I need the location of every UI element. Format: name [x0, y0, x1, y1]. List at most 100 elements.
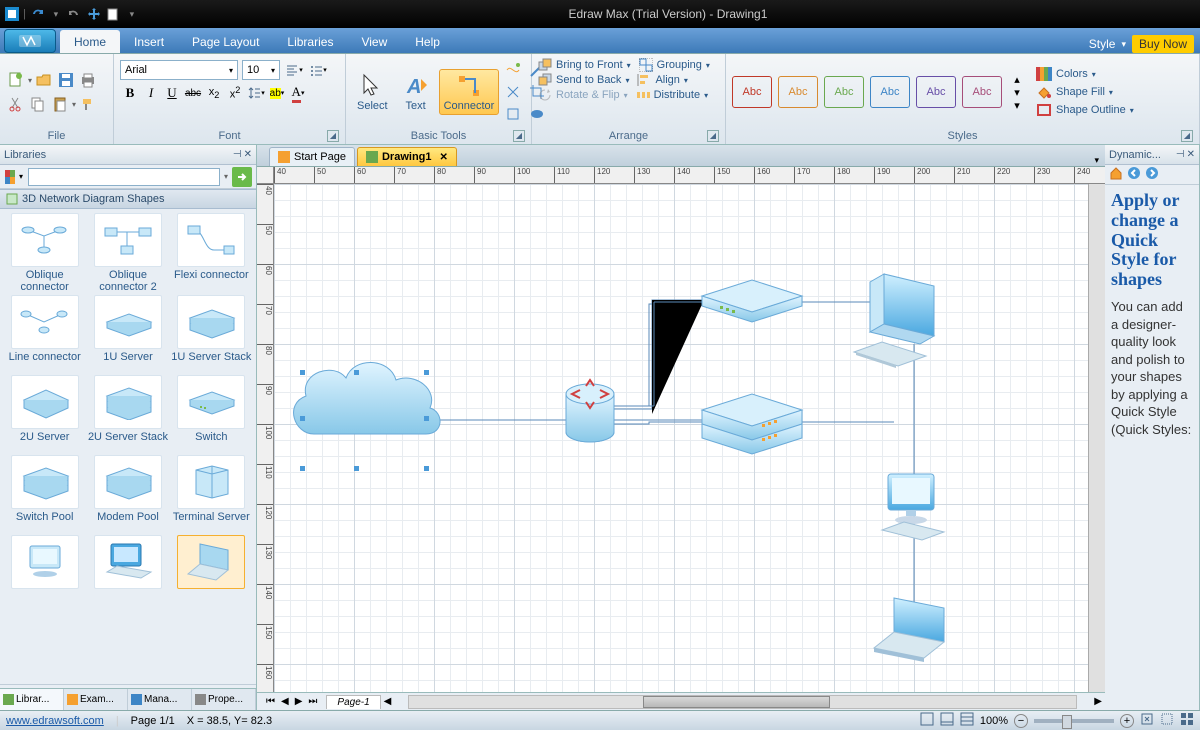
lib-tab-libraries[interactable]: Librar...: [0, 689, 64, 710]
canvas-router-shape[interactable]: [566, 380, 614, 442]
style-swatch-5[interactable]: Abc: [962, 76, 1002, 108]
shape-fill-button[interactable]: Shape Fill ▾: [1036, 83, 1134, 101]
view-mode-1-icon[interactable]: [920, 712, 934, 729]
list-button[interactable]: ▾: [308, 60, 328, 80]
close-icon[interactable]: ✕: [244, 149, 252, 160]
tab-home[interactable]: Home: [60, 30, 120, 53]
shape-tool-3[interactable]: [503, 104, 523, 124]
open-button[interactable]: [34, 70, 54, 90]
canvas-cloud-shape[interactable]: [294, 362, 440, 471]
pin-icon[interactable]: ⊣: [233, 149, 242, 160]
style-gallery-up[interactable]: ▴: [1010, 73, 1024, 86]
fit-width-icon[interactable]: [1160, 712, 1174, 729]
tab-menu-icon[interactable]: ▾: [1088, 155, 1105, 166]
format-painter-button[interactable]: [78, 94, 98, 114]
app-menu-button[interactable]: [4, 29, 56, 53]
grouping-button[interactable]: Grouping ▾: [639, 58, 710, 72]
page-prev-button[interactable]: ◀: [278, 696, 292, 707]
style-gallery-more[interactable]: ▾: [1010, 99, 1024, 112]
line-spacing-button[interactable]: ▾: [246, 83, 266, 103]
font-size-combo[interactable]: 10▾: [242, 60, 280, 80]
font-color-button[interactable]: A▾: [288, 83, 308, 103]
style-swatch-0[interactable]: Abc: [732, 76, 772, 108]
send-to-back-button[interactable]: Send to Back ▾: [538, 73, 629, 87]
canvas-pc-shape[interactable]: [854, 274, 934, 368]
underline-button[interactable]: U: [162, 83, 182, 103]
font-name-combo[interactable]: Arial▾: [120, 60, 238, 80]
strikethrough-button[interactable]: abc: [183, 83, 203, 103]
style-gallery-down[interactable]: ▾: [1010, 86, 1024, 99]
style-swatch-4[interactable]: Abc: [916, 76, 956, 108]
align-button[interactable]: Align ▾: [637, 73, 687, 87]
library-search-input[interactable]: [28, 168, 220, 186]
fit-page-icon[interactable]: [1140, 712, 1154, 729]
font-dialog-launcher[interactable]: ◢: [327, 130, 339, 142]
align-button[interactable]: ▾: [284, 60, 304, 80]
lib-tab-manage[interactable]: Mana...: [128, 689, 192, 710]
shape-item[interactable]: Modem Pool: [87, 455, 168, 533]
paste-button[interactable]: [50, 94, 70, 114]
subscript-button[interactable]: x2: [204, 83, 224, 103]
qat-more-icon[interactable]: ▾: [124, 6, 140, 22]
italic-button[interactable]: I: [141, 83, 161, 103]
undo-icon[interactable]: [29, 6, 45, 22]
shape-tool-2[interactable]: [503, 82, 523, 102]
connector-tool[interactable]: Connector: [439, 69, 500, 115]
page-next-button[interactable]: ▶: [292, 696, 306, 707]
shape-item[interactable]: Line connector: [4, 295, 85, 373]
canvas-monitor-shape[interactable]: [882, 474, 944, 540]
view-mode-2-icon[interactable]: [940, 712, 954, 729]
close-icon[interactable]: ✕: [1187, 149, 1195, 160]
website-link[interactable]: www.edrawsoft.com: [6, 715, 104, 727]
shape-outline-button[interactable]: Shape Outline ▾: [1036, 101, 1134, 119]
horizontal-scrollbar[interactable]: ◀ ▶: [381, 695, 1105, 709]
copy-button[interactable]: [28, 94, 48, 114]
arrange-dialog-launcher[interactable]: ◢: [707, 130, 719, 142]
shape-item[interactable]: [4, 535, 85, 613]
new-file-button[interactable]: [6, 70, 26, 90]
new-icon[interactable]: [105, 6, 121, 22]
redo2-icon[interactable]: [67, 6, 83, 22]
pin-icon[interactable]: ⊣: [1176, 149, 1185, 160]
shape-item[interactable]: 2U Server: [4, 375, 85, 453]
rotate-flip-button[interactable]: Rotate & Flip ▾: [538, 88, 628, 102]
shape-item[interactable]: [87, 535, 168, 613]
tab-view[interactable]: View: [347, 30, 401, 53]
basic-dialog-launcher[interactable]: ◢: [513, 130, 525, 142]
print-button[interactable]: [78, 70, 98, 90]
style-swatch-2[interactable]: Abc: [824, 76, 864, 108]
page-last-button[interactable]: ⏭: [305, 696, 320, 707]
close-tab-icon[interactable]: ✕: [440, 152, 448, 163]
style-swatch-1[interactable]: Abc: [778, 76, 818, 108]
colors-button[interactable]: Colors ▾: [1036, 65, 1134, 83]
text-tool[interactable]: A Text: [397, 69, 435, 115]
shape-item[interactable]: Switch: [171, 375, 252, 453]
select-tool[interactable]: Select: [352, 69, 393, 115]
shape-item[interactable]: 1U Server: [87, 295, 168, 373]
zoom-in-button[interactable]: +: [1120, 714, 1134, 728]
shape-item[interactable]: Oblique connector: [4, 213, 85, 293]
canvas-switch-shape[interactable]: [702, 280, 802, 322]
page-tab[interactable]: Page-1: [326, 695, 380, 709]
move-icon[interactable]: [86, 6, 102, 22]
lib-color-button[interactable]: ▾: [4, 167, 24, 187]
bring-to-front-button[interactable]: Bring to Front ▾: [538, 58, 631, 72]
tab-page-layout[interactable]: Page Layout: [178, 30, 273, 53]
app-icon[interactable]: [4, 6, 20, 22]
shape-tool-1[interactable]: [503, 60, 523, 80]
shape-item[interactable]: 2U Server Stack: [87, 375, 168, 453]
tab-help[interactable]: Help: [401, 30, 454, 53]
shape-item[interactable]: [171, 535, 252, 613]
shape-group-header[interactable]: 3D Network Diagram Shapes: [0, 189, 256, 209]
tab-libraries[interactable]: Libraries: [273, 30, 347, 53]
back-icon[interactable]: [1127, 166, 1141, 183]
highlight-button[interactable]: ab▾: [267, 83, 287, 103]
styles-dialog-launcher[interactable]: ◢: [1181, 130, 1193, 142]
style-swatch-3[interactable]: Abc: [870, 76, 910, 108]
vertical-scrollbar[interactable]: [1088, 184, 1105, 692]
distribute-button[interactable]: Distribute ▾: [636, 88, 708, 102]
zoom-out-button[interactable]: −: [1014, 714, 1028, 728]
doc-tab-start[interactable]: Start Page: [269, 147, 355, 166]
search-go-button[interactable]: [232, 167, 252, 187]
superscript-button[interactable]: x2: [225, 83, 245, 103]
